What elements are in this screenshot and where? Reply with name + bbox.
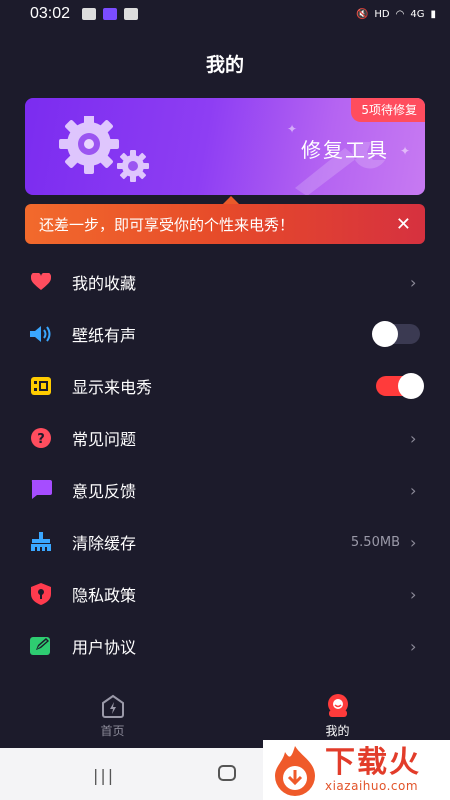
status-bar: 03:02 🔇 HD ◠ 4G ▮ <box>0 0 450 28</box>
hd-icon: HD <box>374 8 390 20</box>
page-title: 我的 <box>205 54 244 76</box>
home-icon <box>101 694 124 718</box>
cache-size: 5.50MB <box>350 534 400 550</box>
chevron-right-icon: › <box>410 272 417 292</box>
feedback-icon <box>30 479 52 501</box>
chevron-right-icon: › <box>410 428 417 448</box>
menu-label: 用户协议 <box>72 638 137 657</box>
home-button-icon[interactable] <box>218 765 236 781</box>
notice-text: 还差一步，即可享受你的个性来电秀！ <box>39 215 295 234</box>
edit-icon <box>30 635 52 657</box>
watermark-name: 下载火 <box>325 745 421 780</box>
wifi-icon: ◠ <box>395 8 405 20</box>
nav-label-mine: 我的 <box>325 724 350 738</box>
menu-item-faq[interactable]: ? 常见问题 › <box>0 412 450 464</box>
gear-icon <box>59 116 149 182</box>
nav-tab-mine[interactable]: 我的 <box>225 688 450 748</box>
notification-icons <box>82 8 139 20</box>
menu-item-show-call-show[interactable]: 显示来电秀 <box>0 360 450 412</box>
profile-icon <box>327 694 348 717</box>
menu-label: 壁纸有声 <box>72 326 137 345</box>
bottom-nav: 首页 我的 <box>0 688 450 748</box>
wallpaper-sound-toggle[interactable] <box>372 321 420 347</box>
heart-icon <box>30 271 52 293</box>
chevron-right-icon: › <box>410 584 417 604</box>
broom-icon <box>30 531 52 553</box>
recents-icon[interactable]: ||| <box>93 766 115 785</box>
call-show-notice[interactable]: 还差一步，即可享受你的个性来电秀！ ✕ <box>25 196 425 244</box>
mute-icon: 🔇 <box>355 8 369 20</box>
pending-repair-badge: 5项待修复 <box>351 98 425 122</box>
status-time: 03:02 <box>30 5 71 22</box>
film-icon <box>30 375 52 397</box>
menu-item-favorites[interactable]: 我的收藏 › <box>0 256 450 308</box>
system-icons: 🔇 HD ◠ 4G ▮ <box>356 9 436 20</box>
watermark: 下载火 xiazaihuo.com <box>263 740 450 800</box>
sparkle-icon: ✦ <box>287 122 298 136</box>
menu-item-wallpaper-sound[interactable]: 壁纸有声 <box>0 308 450 360</box>
chevron-right-icon: › <box>410 532 417 552</box>
menu-label: 意见反馈 <box>72 482 137 501</box>
shield-icon <box>30 583 52 605</box>
image-icon <box>82 8 97 20</box>
menu-label: 隐私政策 <box>72 586 137 605</box>
settings-menu: 我的收藏 › 壁纸有声 显示来电秀 ? 常见问题 › 意见反馈 › 清除缓存 5… <box>0 256 450 672</box>
toggle-knob <box>372 321 398 347</box>
menu-item-user-agreement[interactable]: 用户协议 › <box>0 620 450 672</box>
menu-item-privacy-policy[interactable]: 隐私政策 › <box>0 568 450 620</box>
menu-label: 清除缓存 <box>72 534 137 553</box>
speaker-icon <box>30 323 52 345</box>
viber-icon <box>103 8 118 20</box>
svg-text:?: ? <box>37 432 45 447</box>
chevron-right-icon: › <box>410 480 417 500</box>
sparkle-icon: ✦ <box>400 144 411 158</box>
chevron-right-icon: › <box>410 636 417 656</box>
nav-tab-home[interactable]: 首页 <box>0 688 225 748</box>
question-icon: ? <box>30 427 52 449</box>
toggle-knob <box>398 373 424 399</box>
nav-label-home: 首页 <box>100 724 125 738</box>
banner-title: 修复工具 <box>301 138 389 162</box>
show-call-show-toggle[interactable] <box>376 373 424 399</box>
menu-label: 常见问题 <box>72 430 137 449</box>
menu-label: 我的收藏 <box>72 274 137 293</box>
signal-icon: 4G <box>410 8 425 20</box>
repair-tool-banner[interactable]: ✦ ✦ 5项待修复 修复工具 <box>25 98 425 195</box>
menu-item-clear-cache[interactable]: 清除缓存 5.50MB › <box>0 516 450 568</box>
flame-logo-icon <box>275 746 315 796</box>
watermark-domain: xiazaihuo.com <box>325 779 419 793</box>
battery-icon: ▮ <box>430 8 436 20</box>
checkbox-icon <box>124 8 139 20</box>
menu-label: 显示来电秀 <box>72 378 153 397</box>
menu-item-feedback[interactable]: 意见反馈 › <box>0 464 450 516</box>
close-icon[interactable]: ✕ <box>396 214 411 235</box>
